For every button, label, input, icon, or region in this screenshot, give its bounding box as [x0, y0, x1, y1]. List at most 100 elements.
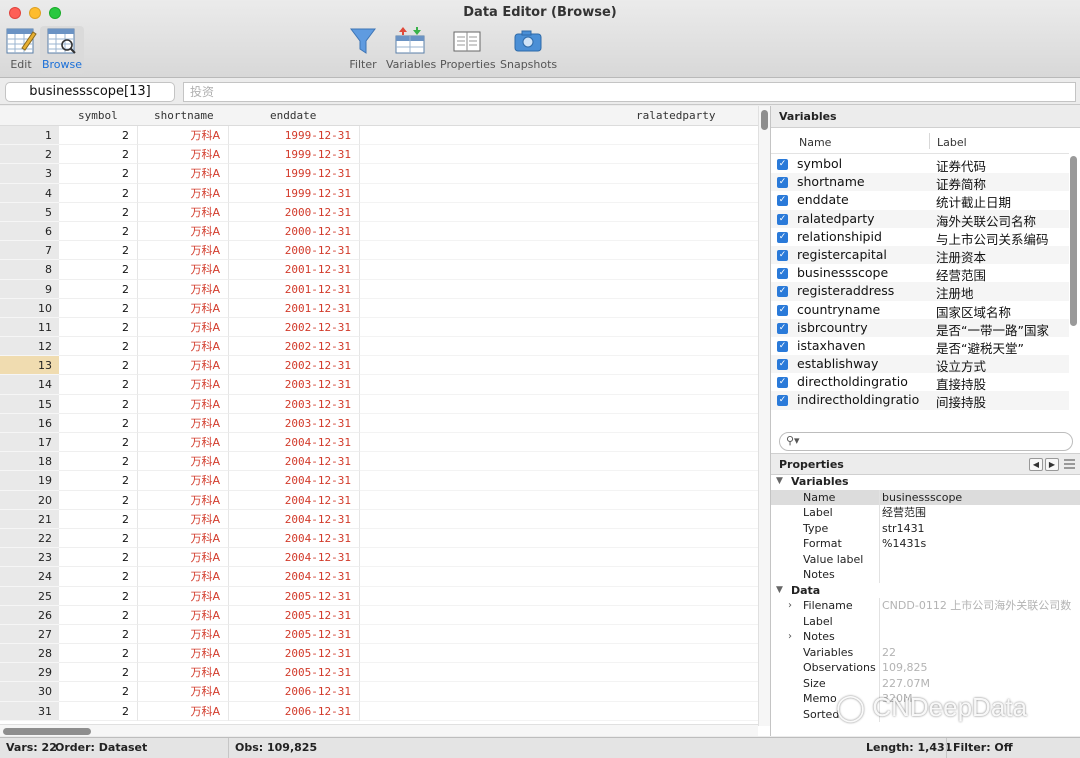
cell-ralatedparty[interactable]: [360, 452, 758, 472]
cell-enddate[interactable]: 2005-12-31: [229, 586, 360, 606]
variable-row[interactable]: ✓ symbol 证券代码: [771, 155, 1069, 174]
table-row[interactable]: 24 2 万科A 2004-12-31: [0, 567, 758, 587]
cell-shortname[interactable]: 万科A: [138, 682, 229, 702]
cell-shortname[interactable]: 万科A: [138, 490, 229, 510]
cell-enddate[interactable]: 2000-12-31: [229, 241, 360, 261]
cell-shortname[interactable]: 万科A: [138, 126, 229, 146]
row-number[interactable]: 3: [0, 164, 59, 184]
variable-row[interactable]: ✓ enddate 统计截止日期: [771, 191, 1069, 210]
cell-ralatedparty[interactable]: [360, 702, 758, 721]
row-number[interactable]: 15: [0, 394, 59, 414]
variable-row[interactable]: ✓ istaxhaven 是否“避税天堂”: [771, 337, 1069, 356]
variable-visible-checkbox[interactable]: ✓: [777, 268, 788, 280]
table-row[interactable]: 6 2 万科A 2000-12-31: [0, 221, 758, 242]
next-arrow-icon[interactable]: ▶: [1045, 458, 1059, 471]
table-row[interactable]: 31 2 万科A 2006-12-31: [0, 701, 758, 721]
table-row[interactable]: 12 2 万科A 2002-12-31: [0, 337, 758, 357]
browse-mode-button[interactable]: Browse: [40, 26, 84, 74]
variable-visible-checkbox[interactable]: ✓: [777, 159, 788, 170]
table-row[interactable]: 22 2 万科A 2004-12-31: [0, 528, 758, 549]
cell-symbol[interactable]: 2: [59, 490, 138, 510]
cell-shortname[interactable]: 万科A: [138, 202, 229, 222]
variable-visible-checkbox[interactable]: ✓: [777, 213, 788, 225]
row-number[interactable]: 14: [0, 375, 59, 395]
grid-vertical-scroll-thumb[interactable]: [761, 110, 768, 130]
cell-symbol[interactable]: 2: [59, 701, 138, 721]
cell-symbol[interactable]: 2: [59, 221, 138, 242]
cell-enddate[interactable]: 2004-12-31: [229, 528, 360, 549]
variable-visible-checkbox[interactable]: ✓: [777, 177, 788, 189]
cell-shortname[interactable]: 万科A: [138, 394, 229, 414]
grid-horizontal-scroll-thumb[interactable]: [3, 728, 91, 735]
property-row[interactable]: Variables 22: [771, 644, 1080, 660]
row-number[interactable]: 23: [0, 548, 59, 568]
row-number[interactable]: 20: [0, 490, 59, 510]
cell-ralatedparty[interactable]: [360, 395, 758, 414]
variable-row[interactable]: ✓ indirectholdingratio 间接持股: [771, 391, 1069, 410]
cell-symbol[interactable]: 2: [59, 663, 138, 683]
cell-enddate[interactable]: 2004-12-31: [229, 433, 360, 453]
cell-ralatedparty[interactable]: [360, 203, 758, 222]
column-header-symbol[interactable]: symbol: [78, 109, 118, 122]
cell-ralatedparty[interactable]: [360, 375, 758, 395]
variable-visible-checkbox[interactable]: ✓: [777, 304, 788, 316]
cell-value-field[interactable]: 投资: [183, 82, 1076, 102]
row-number[interactable]: 22: [0, 528, 59, 549]
cell-enddate[interactable]: 2006-12-31: [229, 682, 360, 702]
cell-ralatedparty[interactable]: [360, 318, 758, 338]
cell-enddate[interactable]: 2002-12-31: [229, 356, 360, 376]
variable-row[interactable]: ✓ businessscope 经营范围: [771, 264, 1069, 283]
row-number[interactable]: 25: [0, 586, 59, 606]
cell-ralatedparty[interactable]: [360, 567, 758, 587]
cell-symbol[interactable]: 2: [59, 528, 138, 549]
property-row[interactable]: Size 227.07M: [771, 675, 1080, 691]
row-number[interactable]: 5: [0, 202, 59, 222]
row-number[interactable]: 19: [0, 471, 59, 491]
row-number[interactable]: 6: [0, 221, 59, 242]
cell-ralatedparty[interactable]: [360, 280, 758, 299]
cell-enddate[interactable]: 2004-12-31: [229, 548, 360, 568]
property-row[interactable]: Format %1431s: [771, 536, 1080, 552]
table-row[interactable]: 23 2 万科A 2004-12-31: [0, 548, 758, 568]
cell-ralatedparty[interactable]: [360, 414, 758, 433]
row-number[interactable]: 2: [0, 145, 59, 165]
properties-button[interactable]: Properties: [440, 26, 496, 71]
table-row[interactable]: 9 2 万科A 2001-12-31: [0, 279, 758, 299]
cell-symbol[interactable]: 2: [59, 433, 138, 453]
cell-enddate[interactable]: 1999-12-31: [229, 183, 360, 203]
table-row[interactable]: 16 2 万科A 2003-12-31: [0, 413, 758, 433]
cell-ralatedparty[interactable]: [360, 433, 758, 453]
row-number[interactable]: 1: [0, 126, 59, 146]
cell-symbol[interactable]: 2: [59, 624, 138, 645]
table-row[interactable]: 14 2 万科A 2003-12-31: [0, 375, 758, 395]
cell-symbol[interactable]: 2: [59, 682, 138, 702]
cell-shortname[interactable]: 万科A: [138, 356, 229, 376]
cell-shortname[interactable]: 万科A: [138, 145, 229, 165]
cell-shortname[interactable]: 万科A: [138, 528, 229, 549]
row-number[interactable]: 12: [0, 337, 59, 357]
grid-vertical-scrollbar[interactable]: [758, 106, 770, 726]
cell-shortname[interactable]: 万科A: [138, 375, 229, 395]
cell-ralatedparty[interactable]: [360, 299, 758, 318]
variable-visible-checkbox[interactable]: ✓: [777, 322, 788, 334]
variable-row[interactable]: ✓ ralatedparty 海外关联公司名称: [771, 209, 1069, 229]
cell-shortname[interactable]: 万科A: [138, 567, 229, 587]
table-row[interactable]: 3 2 万科A 1999-12-31: [0, 164, 758, 184]
cell-enddate[interactable]: 2002-12-31: [229, 337, 360, 357]
cell-symbol[interactable]: 2: [59, 471, 138, 491]
property-row[interactable]: Value label: [771, 551, 1080, 567]
cell-enddate[interactable]: 2003-12-31: [229, 375, 360, 395]
variables-name-header[interactable]: Name: [799, 136, 831, 149]
cell-enddate[interactable]: 2003-12-31: [229, 394, 360, 414]
properties-section[interactable]: ▼ Data: [771, 583, 1080, 599]
cell-shortname[interactable]: 万科A: [138, 337, 229, 357]
cell-enddate[interactable]: 2000-12-31: [229, 221, 360, 242]
row-number[interactable]: 28: [0, 644, 59, 664]
row-number[interactable]: 29: [0, 663, 59, 683]
cell-shortname[interactable]: 万科A: [138, 298, 229, 318]
table-row[interactable]: 28 2 万科A 2005-12-31: [0, 644, 758, 664]
cell-symbol[interactable]: 2: [59, 605, 138, 625]
variables-button[interactable]: Variables: [386, 26, 436, 71]
cell-symbol[interactable]: 2: [59, 567, 138, 587]
variable-row[interactable]: ✓ registercapital 注册资本: [771, 245, 1069, 265]
